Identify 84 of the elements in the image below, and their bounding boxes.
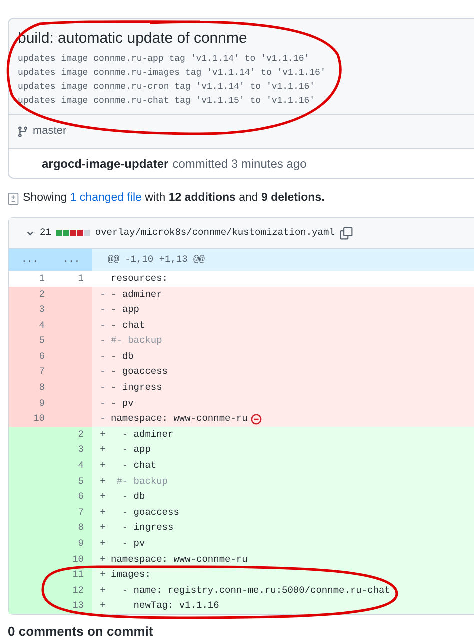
code-line: - app bbox=[111, 303, 140, 318]
hunk-expander[interactable]: ... ... bbox=[9, 249, 92, 272]
code-line: - pv bbox=[111, 396, 134, 411]
file-diff-icon bbox=[8, 192, 19, 205]
line-number: 2 bbox=[39, 288, 45, 300]
line-number: 1 bbox=[39, 272, 45, 284]
line-number: 6 bbox=[39, 350, 45, 362]
code-line: #- backup bbox=[116, 474, 168, 489]
diff-sign: + bbox=[99, 490, 107, 504]
diff-sign: - bbox=[99, 381, 107, 396]
code-line: - adminer bbox=[121, 428, 174, 442]
commit-message-line: updates image connme.ru-images tag 'v1.1.14' to 'v1.1.16' bbox=[18, 67, 327, 80]
diff-sign: - bbox=[99, 288, 107, 302]
diff-sign: + bbox=[99, 568, 107, 582]
file-path[interactable]: overlay/microk8s/connme/kustomization.yaml bbox=[95, 226, 335, 240]
code-line: - chat bbox=[111, 318, 146, 333]
changed-files-link[interactable]: 1 changed file bbox=[70, 192, 142, 204]
diff-sign: + bbox=[99, 506, 107, 520]
branch-name[interactable]: master bbox=[33, 123, 67, 140]
line-number: 9 bbox=[39, 398, 45, 409]
code-line: images: bbox=[111, 568, 151, 582]
diff-sign: + bbox=[99, 443, 107, 458]
diff-sign: + bbox=[99, 552, 107, 567]
code-line: - name: registry.conn-me.ru:5000/connme.ru-chat bbox=[121, 584, 390, 598]
code-line: newTag: v1.1.16 bbox=[132, 599, 220, 614]
diff-sign: - bbox=[99, 365, 107, 380]
line-number: 3 bbox=[78, 444, 84, 456]
line-number: 2 bbox=[78, 428, 84, 440]
line-number: 10 bbox=[72, 554, 84, 565]
code-line: - ingress bbox=[121, 521, 174, 536]
code-line: - db bbox=[121, 490, 146, 504]
line-number: 8 bbox=[39, 382, 45, 394]
commit-time: committed 3 minutes ago bbox=[172, 156, 307, 172]
diff-sign: - bbox=[99, 350, 107, 364]
change-count: 21 bbox=[40, 226, 52, 240]
author-link[interactable]: argocd-image-updater bbox=[42, 154, 169, 172]
code-line: - adminer bbox=[111, 288, 162, 302]
code-line: namespace: www-connme-ru bbox=[111, 412, 248, 426]
line-number: 12 bbox=[72, 584, 84, 596]
diff-sign: - bbox=[99, 318, 107, 333]
diff-sign: + bbox=[99, 537, 107, 552]
diff-sign: - bbox=[99, 303, 107, 318]
code-line: - db bbox=[111, 350, 134, 364]
code-line: #- backup bbox=[111, 334, 162, 348]
code-line: resources: bbox=[111, 272, 168, 286]
line-number: 7 bbox=[39, 366, 45, 378]
code-line: namespace: www-connme-ru bbox=[111, 552, 248, 567]
comments-heading: 0 comments on commit bbox=[8, 624, 154, 640]
diff-sign: + bbox=[99, 428, 107, 442]
line-number: 11 bbox=[72, 569, 84, 580]
line-number: 5 bbox=[78, 476, 84, 487]
commit-message-line: updates image connme.ru-app tag 'v1.1.14' to 'v1.1.16' bbox=[18, 53, 311, 66]
line-number: 6 bbox=[78, 491, 84, 502]
line-number: 4 bbox=[39, 320, 45, 331]
branch-icon bbox=[17, 126, 29, 138]
line-number: 1 bbox=[78, 272, 84, 284]
diff-sign: + bbox=[99, 459, 107, 474]
line-number: 9 bbox=[78, 538, 84, 550]
diff-sign: - bbox=[99, 412, 107, 426]
line-number: 10 bbox=[34, 413, 45, 424]
diff-sign: - bbox=[99, 396, 107, 411]
diff-sign: + bbox=[99, 474, 107, 489]
code-line: - goaccess bbox=[111, 365, 168, 380]
hunk-header: @@ -1,10 +1,13 @@ bbox=[107, 253, 205, 268]
line-number: 4 bbox=[78, 460, 84, 472]
code-line: - pv bbox=[121, 537, 146, 552]
diff-sign: + bbox=[99, 584, 107, 598]
line-number: 5 bbox=[39, 335, 45, 346]
diff-sign: - bbox=[99, 334, 107, 348]
diff-sign: + bbox=[99, 599, 107, 614]
code-line: - chat bbox=[121, 459, 157, 474]
code-line: - goaccess bbox=[121, 506, 180, 520]
diff-summary: Showing 1 changed file with 12 additions and 9 deletions. bbox=[23, 191, 325, 206]
copy-icon[interactable] bbox=[340, 226, 353, 240]
code-line: - app bbox=[121, 443, 151, 458]
commit-message-line: updates image connme.ru-chat tag 'v1.1.15' to 'v1.1.16' bbox=[18, 95, 316, 108]
line-number: 13 bbox=[72, 600, 84, 612]
line-number: 7 bbox=[78, 506, 84, 518]
diff-sign: + bbox=[99, 521, 107, 536]
commit-message-line: updates image connme.ru-cron tag 'v1.1.14' to 'v1.1.16' bbox=[18, 81, 316, 94]
line-number: 8 bbox=[78, 522, 84, 534]
chevron-down-icon[interactable] bbox=[26, 228, 35, 238]
line-number: 3 bbox=[39, 304, 45, 316]
code-line: - ingress bbox=[111, 381, 162, 396]
